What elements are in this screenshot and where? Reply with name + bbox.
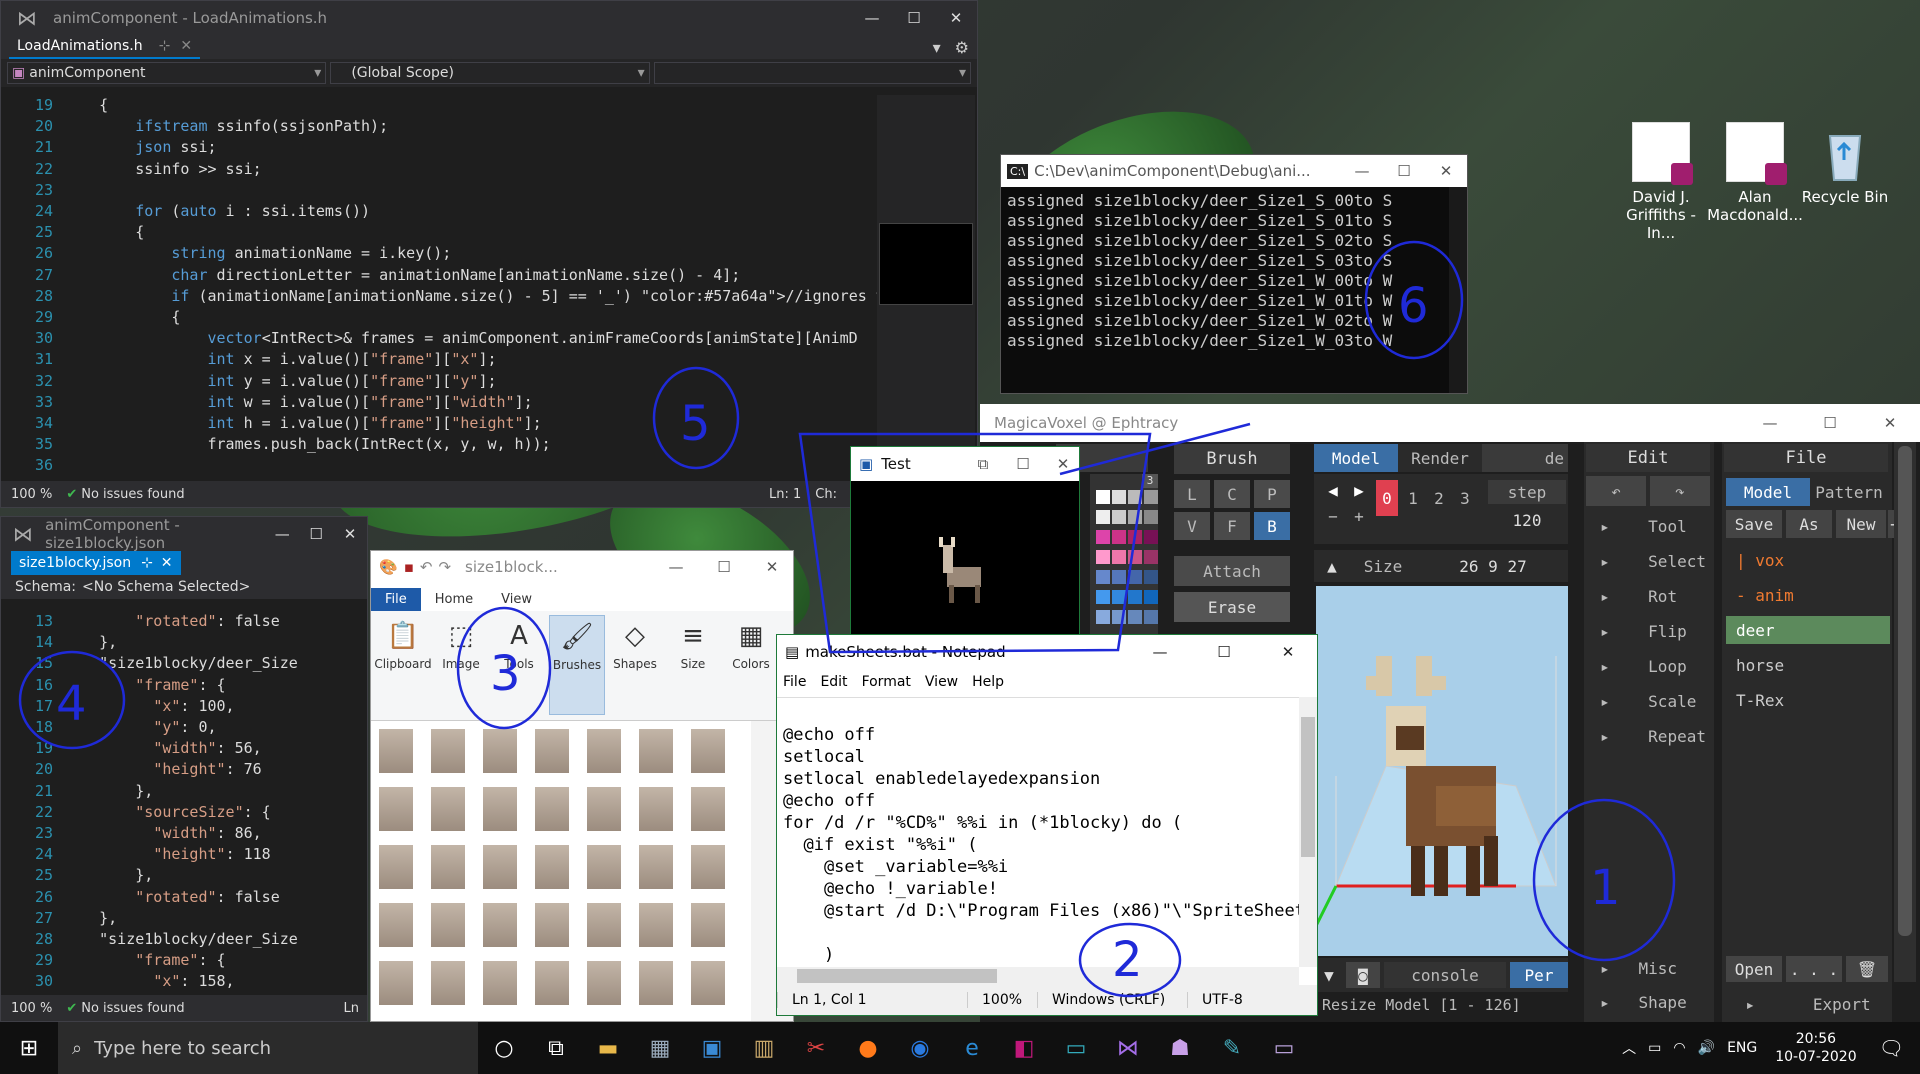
wifi-icon[interactable]: ◠ xyxy=(1673,1040,1685,1056)
annotation-5: 5 xyxy=(680,396,711,452)
visual-studio-taskbar-icon[interactable]: ⋈ xyxy=(1102,1022,1154,1074)
edge-icon[interactable]: e xyxy=(946,1022,998,1074)
maps-icon[interactable]: ◉ xyxy=(894,1022,946,1074)
annotation-4: 4 xyxy=(56,676,87,732)
control-panel-icon[interactable]: ▣ xyxy=(686,1022,738,1074)
start-button[interactable]: ⊞ xyxy=(0,1022,58,1074)
notification-icon[interactable]: 🗨 xyxy=(1879,1036,1904,1060)
search-placeholder: Type here to search xyxy=(94,1037,272,1059)
search-icon: ⌕ xyxy=(72,1037,83,1059)
pdf-icon[interactable]: ◧ xyxy=(998,1022,1050,1074)
snipping-tool-icon[interactable]: ✂ xyxy=(790,1022,842,1074)
language-indicator[interactable]: ENG xyxy=(1727,1040,1757,1056)
annotation-2: 2 xyxy=(1112,932,1143,988)
console-taskbar-icon[interactable]: ▭ xyxy=(1258,1022,1310,1074)
file-explorer-icon[interactable]: ▬ xyxy=(582,1022,634,1074)
cortana-icon[interactable]: ○ xyxy=(478,1022,530,1074)
annotation-3: 3 xyxy=(490,646,521,702)
pen-annotations: 5 6 4 3 1 2 xyxy=(18,240,1676,998)
chevron-up-icon[interactable]: ︿ xyxy=(1622,1038,1636,1058)
magicavoxel-taskbar-icon[interactable]: ☗ xyxy=(1154,1022,1206,1074)
search-box[interactable]: ⌕ Type here to search xyxy=(58,1022,478,1074)
task-view-icon[interactable]: ⧉ xyxy=(530,1022,582,1074)
library-icon[interactable]: ▥ xyxy=(738,1022,790,1074)
network-icon[interactable]: ▦ xyxy=(634,1022,686,1074)
paint-taskbar-icon[interactable]: ✎ xyxy=(1206,1022,1258,1074)
annotation-6: 6 xyxy=(1398,278,1429,334)
taskbar: ⊞ ⌕ Type here to search ○ ⧉ ▬ ▦ ▣ ▥ ✂ ● … xyxy=(0,1022,1920,1074)
battery-icon[interactable]: ▭ xyxy=(1648,1040,1661,1056)
clock[interactable]: 20:56 10-07-2020 xyxy=(1775,1030,1856,1066)
annotation-1: 1 xyxy=(1590,860,1621,916)
firefox-icon[interactable]: ● xyxy=(842,1022,894,1074)
volume-icon[interactable]: 🔊 xyxy=(1698,1040,1715,1056)
notepad-taskbar-icon[interactable]: ▭ xyxy=(1050,1022,1102,1074)
